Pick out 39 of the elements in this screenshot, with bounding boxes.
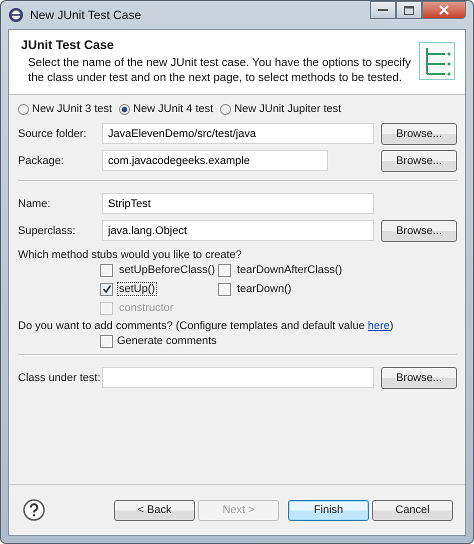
dialog-button[interactable]: Finish	[288, 500, 369, 520]
tree-icon	[419, 42, 455, 80]
field-label: Class under test:	[18, 372, 102, 384]
text-field[interactable]: java.lang.Object	[102, 220, 374, 241]
browse-button[interactable]: Browse...	[381, 220, 457, 242]
stub-checkbox[interactable]: setUp()	[100, 282, 212, 296]
dialog-button[interactable]: Cancel	[372, 500, 453, 520]
maximize-icon	[404, 6, 414, 14]
help-icon[interactable]	[23, 499, 45, 521]
close-icon	[439, 5, 449, 15]
text-field[interactable]: JavaElevenDemo/src/test/java	[102, 123, 374, 144]
page-description: Select the name of the new JUnit test case. You have the options to specify the class under test and on the next page, to select methods to be tested.	[27, 56, 412, 86]
stub-checkbox[interactable]: setUpBeforeClass()	[100, 263, 212, 277]
stubs-question: Which method stubs would you like to create?	[18, 249, 243, 261]
junit-version-radio[interactable]: New JUnit 4 test	[119, 103, 214, 115]
field-label: Package:	[18, 154, 65, 166]
text-field[interactable]: com.javacodegeeks.example	[102, 150, 328, 171]
minimize-icon	[378, 8, 388, 12]
text-field[interactable]	[102, 367, 374, 388]
field-label: Source folder:	[18, 128, 88, 140]
here-link[interactable]: here	[368, 320, 390, 332]
generate-comments-checkbox[interactable]: Generate comments	[100, 334, 360, 348]
junit-version-radio[interactable]: New JUnit 3 test	[18, 103, 112, 115]
junit-version-radio[interactable]: New JUnit Jupiter test	[220, 103, 342, 115]
window-title: New JUnit Test Case	[30, 8, 142, 22]
browse-button[interactable]: Browse...	[381, 122, 457, 144]
comments-question: Do you want to add comments? (Configure templates and default value here)	[18, 320, 394, 332]
text-field[interactable]: StripTest	[102, 193, 374, 214]
page-title: JUnit Test Case	[21, 38, 115, 52]
stub-checkbox[interactable]: tearDown()	[218, 282, 360, 296]
close-button[interactable]	[422, 1, 466, 19]
minimize-button[interactable]	[370, 1, 396, 19]
browse-button[interactable]: Browse...	[381, 366, 457, 388]
browse-button[interactable]: Browse...	[381, 150, 457, 172]
field-label: Name:	[18, 198, 52, 210]
field-label: Superclass:	[18, 224, 76, 236]
maximize-button[interactable]	[396, 1, 422, 19]
dialog-button[interactable]: < Back	[114, 500, 195, 520]
stub-checkbox[interactable]: tearDownAfterClass()	[218, 263, 360, 277]
